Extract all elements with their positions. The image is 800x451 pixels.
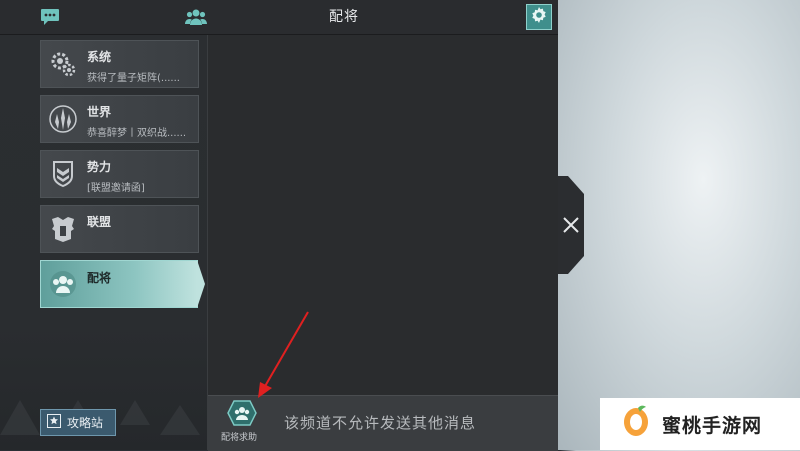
settings-button[interactable] xyxy=(526,4,552,30)
channel-name: 系统 xyxy=(87,50,112,64)
watermark: 蜜桃手游网 xyxy=(600,398,800,450)
gear-icon xyxy=(530,6,548,28)
channel-item-commander[interactable]: 配将 xyxy=(40,260,198,308)
top-bar: 配将 xyxy=(0,0,558,35)
faction-shield-icon xyxy=(46,157,80,191)
message-area[interactable] xyxy=(208,35,558,395)
watermark-logo-icon xyxy=(618,404,654,444)
commander-help-button[interactable]: 配将求助 xyxy=(221,400,262,448)
watermark-text: 蜜桃手游网 xyxy=(662,414,763,437)
chat-panel: 配将 系统 获得了量子矩阵(...... 世界 恭喜醉梦丨双织战...... 势… xyxy=(0,0,558,451)
gear-cluster-icon xyxy=(46,47,80,81)
input-bar: 配将求助 该频道不允许发送其他消息 xyxy=(208,395,558,451)
commander-help-icon xyxy=(227,400,257,426)
commander-team-icon xyxy=(46,267,80,301)
close-button[interactable] xyxy=(558,176,584,274)
channel-name: 联盟 xyxy=(87,215,112,229)
channel-preview: 恭喜醉梦丨双织战...... xyxy=(87,128,187,139)
guide-site-label: 攻略站 xyxy=(67,416,104,430)
channel-item-world[interactable]: 世界 恭喜醉梦丨双织战...... xyxy=(40,95,199,143)
alliance-armor-icon xyxy=(46,212,80,246)
channel-item-system[interactable]: 系统 获得了量子矩阵(...... xyxy=(40,40,199,88)
channel-preview: [联盟邀请函] xyxy=(87,183,145,194)
channel-name: 势力 xyxy=(87,160,112,174)
active-indicator-arrow xyxy=(197,260,205,308)
channel-item-alliance[interactable]: 联盟 xyxy=(40,205,199,253)
guide-site-button[interactable]: 攻略站 xyxy=(40,409,116,436)
channel-preview: 获得了量子矩阵(...... xyxy=(87,73,180,84)
guide-star-icon xyxy=(47,414,61,431)
channel-restriction-notice: 该频道不允许发送其他消息 xyxy=(284,414,477,432)
commander-help-label: 配将求助 xyxy=(220,433,257,443)
background-scenery xyxy=(558,0,800,450)
channel-name: 世界 xyxy=(87,105,112,119)
world-spire-icon xyxy=(46,102,80,136)
page-title: 配将 xyxy=(329,9,359,25)
channel-item-faction[interactable]: 势力 [联盟邀请函] xyxy=(40,150,199,198)
channel-name: 配将 xyxy=(87,271,112,285)
